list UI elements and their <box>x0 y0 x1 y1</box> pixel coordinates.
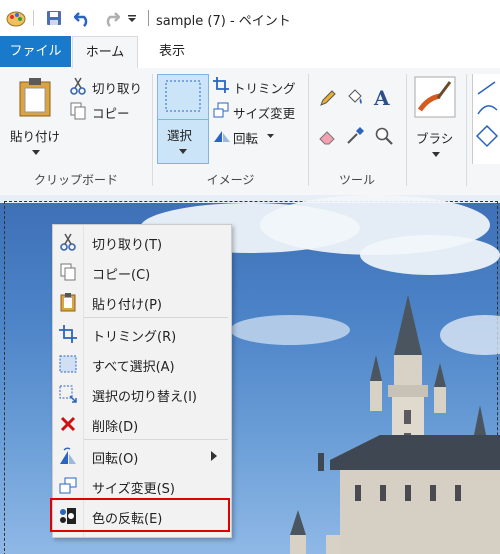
rotate-icon <box>60 447 76 464</box>
tab-file[interactable]: ファイル <box>0 36 71 67</box>
window-title: sample (7) - ペイント <box>156 14 291 29</box>
ribbon-divider <box>466 74 467 186</box>
menu-item-label: トリミング(R) <box>92 330 177 345</box>
cut-button[interactable]: 切り取り <box>70 76 146 96</box>
clipboard-group-label: クリップボード <box>33 173 118 187</box>
rect-select-icon <box>165 80 201 112</box>
menu-item-crop[interactable]: トリミング(R) <box>53 320 231 348</box>
invert-selection-icon <box>59 385 77 403</box>
rotate-icon <box>214 131 230 142</box>
copy-icon <box>60 263 76 281</box>
resize-button[interactable]: サイズ変更 <box>213 101 305 121</box>
ribbon-tabs: ファイル ホーム 表示 <box>0 36 500 69</box>
tab-view[interactable]: 表示 <box>140 36 204 67</box>
chevron-down-icon <box>32 150 40 155</box>
ribbon-divider <box>152 74 153 186</box>
copy-icon <box>70 102 86 120</box>
castle-image <box>290 295 500 554</box>
undo-icon[interactable] <box>74 9 92 27</box>
highlight-box <box>50 498 230 532</box>
select-button[interactable]: 選択 <box>157 74 209 164</box>
menu-separator <box>84 439 228 440</box>
copy-label: コピー <box>92 106 130 121</box>
save-icon[interactable] <box>46 10 62 26</box>
resize-label: サイズ変更 <box>233 106 296 121</box>
menu-item-delete[interactable]: 削除(D) <box>53 410 231 438</box>
paste-icon <box>60 293 76 312</box>
paste-label: 貼り付け <box>10 129 61 144</box>
pencil-icon[interactable] <box>318 88 338 108</box>
crop-icon <box>213 77 229 93</box>
menu-item-label: サイズ変更(S) <box>92 482 176 497</box>
resize-icon <box>213 102 229 118</box>
tools-group-label: ツール <box>338 173 375 187</box>
eraser-icon[interactable] <box>318 126 338 146</box>
chevron-right-icon <box>211 451 217 461</box>
magnifier-icon[interactable] <box>374 126 394 146</box>
select-label: 選択 <box>167 128 193 143</box>
brushes-label: ブラシ <box>416 131 454 146</box>
menu-item-cut[interactable]: 切り取り(T) <box>53 228 231 256</box>
crop-label: トリミング <box>233 81 296 96</box>
cut-label: 切り取り <box>92 81 143 96</box>
rotate-button[interactable]: 回転 <box>213 126 293 146</box>
menu-item-invert-selection[interactable]: 選択の切り替え(I) <box>53 380 231 408</box>
menu-item-copy[interactable]: コピー(C) <box>53 258 231 286</box>
menu-item-label: 回転(O) <box>92 452 139 467</box>
resize-icon <box>59 477 77 494</box>
ribbon: 貼り付け 切り取り コピー クリップボード 選択 トリミング サイズ変更 回転 … <box>0 68 500 196</box>
scissors-icon <box>60 233 76 251</box>
menu-item-label: 削除(D) <box>92 420 139 435</box>
title-bar: sample (7) - ペイント <box>0 0 500 36</box>
copy-button[interactable]: コピー <box>70 101 146 121</box>
delete-icon <box>60 416 76 432</box>
crop-icon <box>59 325 77 343</box>
chevron-down-icon <box>267 134 274 138</box>
select-all-icon <box>59 355 77 373</box>
menu-item-label: 選択の切り替え(I) <box>92 390 197 405</box>
menu-item-select-all[interactable]: すべて選択(A) <box>53 350 231 378</box>
shapes-icon <box>475 81 499 148</box>
menu-item-rotate[interactable]: 回転(O) <box>53 442 231 470</box>
menu-separator <box>84 317 228 318</box>
fill-bucket-icon[interactable] <box>345 88 365 108</box>
menu-item-label: すべて選択(A) <box>92 360 175 375</box>
tab-home[interactable]: ホーム <box>72 36 138 69</box>
paste-icon <box>19 78 51 117</box>
color-picker-icon[interactable] <box>345 126 365 146</box>
chevron-down-icon <box>432 152 440 157</box>
ribbon-divider <box>406 74 407 186</box>
menu-item-label: コピー(C) <box>92 268 151 283</box>
shapes-gallery[interactable] <box>472 74 500 164</box>
menu-item-label: 切り取り(T) <box>92 238 163 253</box>
image-group-label: イメージ <box>206 173 255 187</box>
text-tool-icon[interactable]: A <box>374 86 390 110</box>
menu-item-label: 貼り付け(P) <box>92 298 162 313</box>
paste-button[interactable]: 貼り付け <box>8 74 64 164</box>
rotate-label: 回転 <box>233 131 259 146</box>
menu-item-paste[interactable]: 貼り付け(P) <box>53 288 231 316</box>
cloud <box>360 235 500 275</box>
chevron-down-icon <box>179 149 187 154</box>
paint-app-icon <box>6 11 26 27</box>
customize-toolbar-icon[interactable] <box>127 14 137 24</box>
ribbon-divider <box>308 74 309 186</box>
menu-item-resize[interactable]: サイズ変更(S) <box>53 472 231 500</box>
brushes-button[interactable]: ブラシ <box>410 74 462 164</box>
redo-icon[interactable] <box>102 9 120 27</box>
scissors-icon <box>70 77 86 95</box>
brush-icon <box>414 76 456 118</box>
crop-button[interactable]: トリミング <box>213 76 305 96</box>
context-menu: 切り取り(T) コピー(C) 貼り付け(P) トリミング(R) すべて選択(A)… <box>52 224 232 538</box>
